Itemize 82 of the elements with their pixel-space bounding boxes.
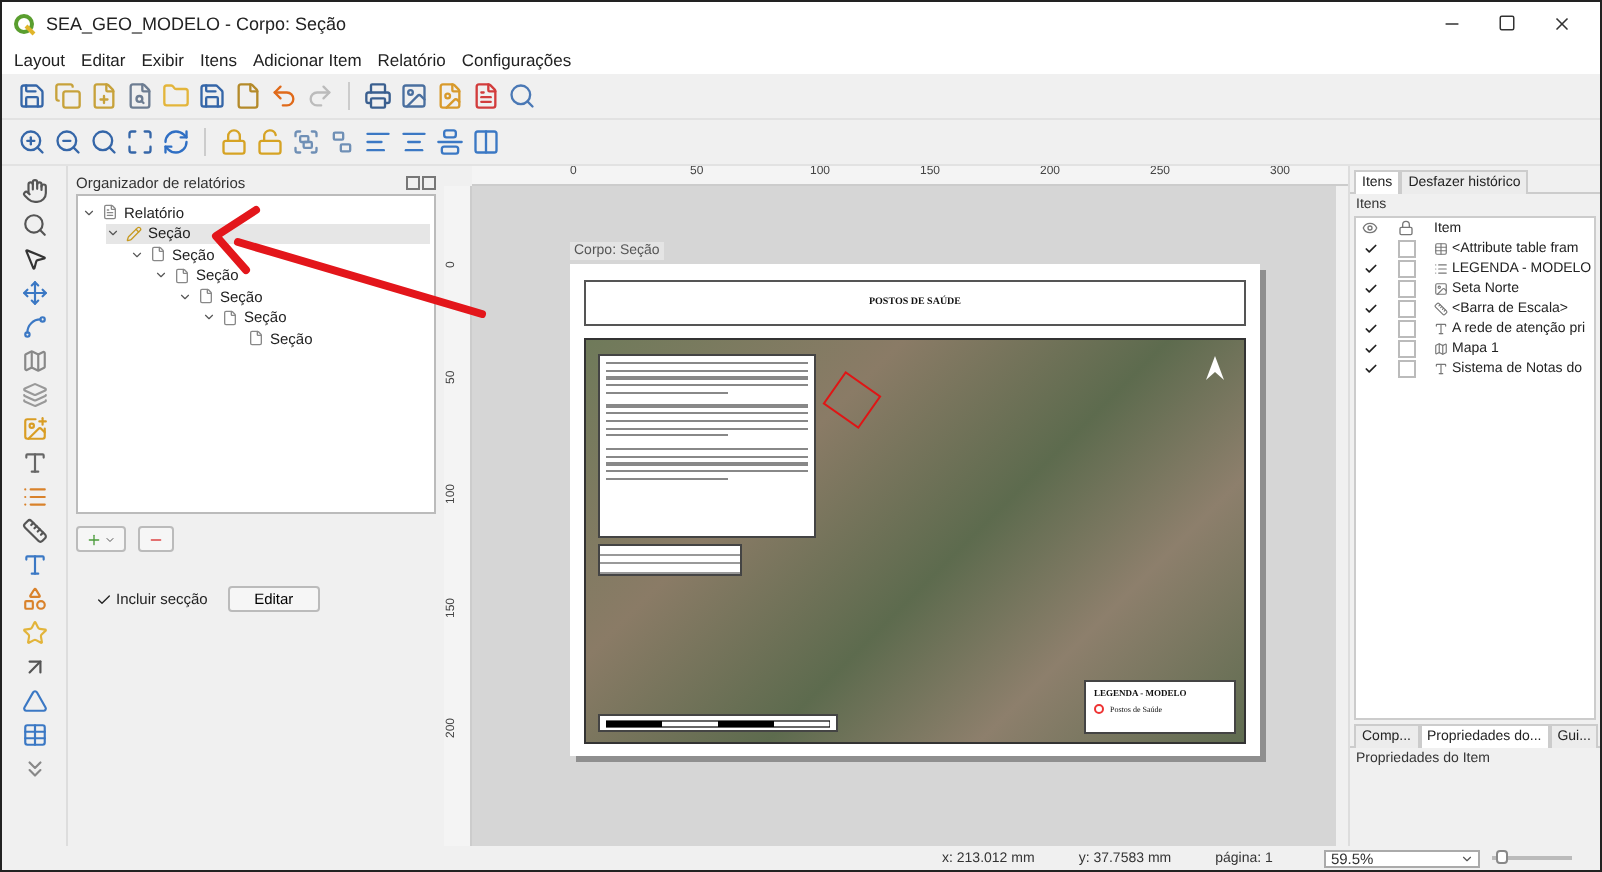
- print-icon[interactable]: [364, 82, 392, 110]
- close-icon[interactable]: [1552, 14, 1572, 34]
- scalebar-icon: [1434, 301, 1448, 315]
- lock-icon[interactable]: [220, 128, 248, 156]
- lock-checkbox[interactable]: [1398, 259, 1416, 277]
- page-icon[interactable]: [234, 82, 262, 110]
- zoom-full-icon[interactable]: [126, 128, 154, 156]
- pointer-icon[interactable]: [21, 246, 47, 272]
- lock-checkbox[interactable]: [1398, 279, 1416, 297]
- table-drawing: [598, 544, 742, 576]
- group-icon[interactable]: [292, 128, 320, 156]
- north-arrow-icon: [1206, 356, 1224, 380]
- page-icon: [198, 288, 214, 305]
- zoom-out-icon[interactable]: [54, 128, 82, 156]
- zoom-in-icon[interactable]: [18, 128, 46, 156]
- page-icon: [222, 309, 238, 326]
- add-polygon-icon[interactable]: [21, 688, 47, 714]
- report-icon: [102, 204, 118, 221]
- menu-item[interactable]: Relatório: [377, 50, 446, 70]
- add-picture-icon[interactable]: [21, 416, 47, 442]
- pdf-export-icon[interactable]: [472, 82, 500, 110]
- page-icon: [248, 330, 264, 347]
- maximize-icon[interactable]: [1498, 14, 1516, 32]
- dropdown-icon[interactable]: [1460, 851, 1475, 865]
- add-section-button[interactable]: [76, 526, 126, 552]
- align-icon[interactable]: [364, 128, 392, 156]
- legend-icon: [1434, 261, 1448, 275]
- hand-icon[interactable]: [21, 178, 47, 204]
- map-icon: [1434, 341, 1448, 355]
- add-map-icon[interactable]: [21, 348, 47, 374]
- study-area-outline: [822, 371, 882, 429]
- ungroup-icon[interactable]: [328, 128, 356, 156]
- picture-icon: [1434, 281, 1448, 295]
- label-icon: [1434, 321, 1448, 335]
- new-page-icon[interactable]: [90, 82, 118, 110]
- app-logo-icon: [14, 13, 36, 35]
- lock-checkbox[interactable]: [1398, 239, 1416, 257]
- window-title: SEA_GEO_MODELO - Corpo: Seção: [46, 14, 349, 34]
- zoom-icon[interactable]: [21, 212, 47, 238]
- plus-icon: [86, 531, 102, 547]
- add-text-icon[interactable]: [21, 552, 47, 578]
- add-table-icon[interactable]: [21, 722, 47, 748]
- save-as-icon[interactable]: [198, 82, 226, 110]
- lock-checkbox[interactable]: [1398, 319, 1416, 337]
- lock-icon: [1398, 220, 1414, 236]
- unlock-icon[interactable]: [256, 128, 284, 156]
- visibility-icon: [1362, 220, 1378, 236]
- menu-item[interactable]: Editar: [81, 50, 126, 70]
- node-edit-icon[interactable]: [21, 314, 47, 340]
- lock-checkbox[interactable]: [1398, 339, 1416, 357]
- page-search-icon[interactable]: [126, 82, 154, 110]
- refresh-icon[interactable]: [162, 128, 190, 156]
- point-symbol-icon: [1094, 704, 1104, 714]
- lock-checkbox[interactable]: [1398, 299, 1416, 317]
- copy-icon[interactable]: [54, 82, 82, 110]
- add-scalebar-icon[interactable]: [21, 518, 47, 544]
- save-icon[interactable]: [18, 82, 46, 110]
- menu-item[interactable]: Layout: [14, 50, 66, 70]
- undo-icon[interactable]: [270, 82, 298, 110]
- add-legend-icon[interactable]: [21, 484, 47, 510]
- add-label-icon[interactable]: [21, 450, 47, 476]
- menu-item[interactable]: Configurações: [461, 50, 572, 70]
- page-icon: [150, 246, 166, 263]
- caret-icon: [104, 533, 116, 545]
- menu-item[interactable]: Itens: [200, 50, 237, 70]
- image-export-icon[interactable]: [400, 82, 428, 110]
- table-icon: [1434, 241, 1448, 255]
- add-shapes-icon[interactable]: [21, 586, 47, 612]
- check-icon: [96, 591, 112, 607]
- menu-item[interactable]: Adicionar Item: [252, 50, 362, 70]
- distribute-icon[interactable]: [436, 128, 464, 156]
- align-center-icon[interactable]: [400, 128, 428, 156]
- page-icon: [174, 267, 190, 284]
- remove-section-button[interactable]: [138, 526, 174, 552]
- panel-buttons-icon[interactable]: [406, 175, 436, 189]
- slider-thumb[interactable]: [1496, 850, 1509, 864]
- menu-item[interactable]: Exibir: [141, 50, 185, 70]
- label-icon: [1434, 361, 1448, 375]
- pencil-icon: [126, 225, 142, 242]
- move-icon[interactable]: [21, 280, 47, 306]
- lock-checkbox[interactable]: [1398, 359, 1416, 377]
- zoom-actual-icon[interactable]: [90, 128, 118, 156]
